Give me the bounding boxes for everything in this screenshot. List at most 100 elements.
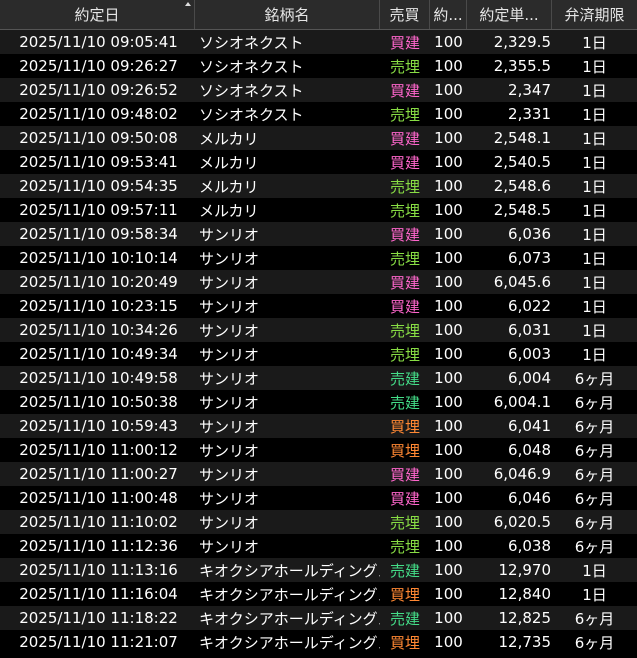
price-cell: 12,840	[498, 585, 552, 603]
trade-side-cell: 売埋	[389, 249, 420, 268]
table-row[interactable]: 2025/11/10 10:34:26 サンリオ 売埋 100 6,031 1日	[0, 318, 637, 342]
trade-date-cell: 2025/11/10 09:53:41	[19, 153, 178, 171]
table-row[interactable]: 2025/11/10 09:54:35 メルカリ 売埋 100 2,548.6 1日	[0, 174, 637, 198]
column-header-side[interactable]: 売買	[380, 0, 430, 29]
table-row[interactable]: 2025/11/10 09:50:08 メルカリ 買建 100 2,548.1 1日	[0, 126, 637, 150]
stock-name-cell: メルカリ	[199, 129, 259, 148]
stock-name-cell: サンリオ	[199, 273, 260, 292]
table-row[interactable]: 2025/11/10 10:49:34 サンリオ 売埋 100 6,003 1日	[0, 342, 637, 366]
table-row[interactable]: 2025/11/10 09:26:27 ソシオネクスト 売埋 100 2,355.5 1日	[0, 54, 637, 78]
quantity-cell: 100	[434, 441, 463, 459]
price-cell: 6,046.9	[493, 465, 551, 483]
table-row[interactable]: 2025/11/10 10:59:43 サンリオ 買埋 100 6,041 6ヶ月	[0, 414, 637, 438]
table-row[interactable]: 2025/11/10 10:20:49 サンリオ 買建 100 6,045.6 1日	[0, 270, 637, 294]
quantity-cell: 100	[434, 177, 463, 195]
table-row[interactable]: 2025/11/10 09:48:02 ソシオネクスト 売埋 100 2,331 1日	[0, 102, 637, 126]
settlement-term-cell: 6ヶ月	[574, 369, 615, 388]
trade-side-cell: 買埋	[389, 585, 420, 604]
table-row[interactable]: 2025/11/10 09:58:34 サンリオ 買建 100 6,036 1日	[0, 222, 637, 246]
table-row[interactable]: 2025/11/10 11:00:48 サンリオ 買建 100 6,046 6ヶ月	[0, 486, 637, 510]
trade-date-cell: 2025/11/10 09:57:11	[19, 201, 178, 219]
stock-name-cell: サンリオ	[199, 369, 260, 388]
trade-history-table: 約定日 銘柄名 売買 約... 約定単... 弁済期限 2025/11/10 0…	[0, 0, 637, 658]
trade-date-cell: 2025/11/10 10:50:38	[19, 393, 178, 411]
table-row[interactable]: 2025/11/10 09:26:52 ソシオネクスト 買建 100 2,347 1日	[0, 78, 637, 102]
column-header-name[interactable]: 銘柄名	[195, 0, 380, 29]
settlement-term-cell: 1日	[582, 585, 607, 604]
table-row[interactable]: 2025/11/10 11:00:27 サンリオ 買建 100 6,046.9 6ヶ月	[0, 462, 637, 486]
price-cell: 2,347	[508, 81, 551, 99]
column-header-term[interactable]: 弁済期限	[552, 0, 637, 29]
table-row[interactable]: 2025/11/10 10:50:38 サンリオ 売建 100 6,004.1 6ヶ月	[0, 390, 637, 414]
trade-date-cell: 2025/11/10 11:13:16	[19, 561, 178, 579]
stock-name-cell: サンリオ	[199, 225, 260, 244]
table-row[interactable]: 2025/11/10 11:18:22 キオクシアホールディングス 売建 100 12,…	[0, 606, 637, 630]
table-row[interactable]: 2025/11/10 11:10:02 サンリオ 売埋 100 6,020.5 6ヶ月	[0, 510, 637, 534]
trade-side-cell: 買建	[389, 225, 420, 244]
table-row[interactable]: 2025/11/10 11:16:04 キオクシアホールディングス 買埋 100 12,…	[0, 582, 637, 606]
price-cell: 2,548.6	[493, 177, 551, 195]
sort-ascending-icon	[185, 2, 191, 6]
settlement-term-cell: 1日	[582, 225, 607, 244]
column-header-qty[interactable]: 約...	[430, 0, 467, 29]
trade-side-cell: 買建	[389, 33, 420, 52]
stock-name-cell: サンリオ	[199, 321, 260, 340]
quantity-cell: 100	[434, 489, 463, 507]
trade-date-cell: 2025/11/10 11:00:27	[19, 465, 178, 483]
column-header-price-label: 約定単...	[479, 6, 539, 24]
trade-side-cell: 買建	[389, 297, 420, 316]
stock-name-cell: キオクシアホールディングス	[199, 561, 380, 580]
table-row[interactable]: 2025/11/10 10:23:15 サンリオ 買建 100 6,022 1日	[0, 294, 637, 318]
stock-name-cell: キオクシアホールディングス	[199, 585, 380, 604]
table-row[interactable]: 2025/11/10 11:13:16 キオクシアホールディングス 売建 100 12,…	[0, 558, 637, 582]
stock-name-cell: サンリオ	[199, 537, 260, 556]
settlement-term-cell: 6ヶ月	[574, 537, 615, 556]
settlement-term-cell: 6ヶ月	[574, 417, 615, 436]
quantity-cell: 100	[434, 57, 463, 75]
quantity-cell: 100	[434, 201, 463, 219]
column-header-date[interactable]: 約定日	[0, 0, 195, 29]
trade-date-cell: 2025/11/10 10:49:34	[19, 345, 178, 363]
trade-date-cell: 2025/11/10 10:20:49	[19, 273, 178, 291]
quantity-cell: 100	[434, 465, 463, 483]
column-header-date-label: 約定日	[74, 6, 120, 24]
price-cell: 12,825	[498, 609, 552, 627]
settlement-term-cell: 1日	[582, 81, 607, 100]
column-header-price[interactable]: 約定単...	[467, 0, 552, 29]
quantity-cell: 100	[434, 585, 463, 603]
settlement-term-cell: 6ヶ月	[574, 441, 615, 460]
quantity-cell: 100	[434, 561, 463, 579]
price-cell: 6,041	[508, 417, 551, 435]
table-body: 2025/11/10 09:05:41 ソシオネクスト 買建 100 2,329.5 1日…	[0, 30, 637, 654]
table-row[interactable]: 2025/11/10 10:49:58 サンリオ 売建 100 6,004 6ヶ月	[0, 366, 637, 390]
table-row[interactable]: 2025/11/10 09:57:11 メルカリ 売埋 100 2,548.5 1日	[0, 198, 637, 222]
trade-side-cell: 売埋	[389, 321, 420, 340]
settlement-term-cell: 1日	[582, 345, 607, 364]
trade-side-cell: 売埋	[389, 57, 420, 76]
table-row[interactable]: 2025/11/10 09:53:41 メルカリ 買建 100 2,540.5 1日	[0, 150, 637, 174]
settlement-term-cell: 1日	[582, 273, 607, 292]
quantity-cell: 100	[434, 633, 463, 651]
table-row[interactable]: 2025/11/10 11:12:36 サンリオ 売埋 100 6,038 6ヶ月	[0, 534, 637, 558]
quantity-cell: 100	[434, 345, 463, 363]
price-cell: 2,355.5	[493, 57, 551, 75]
stock-name-cell: サンリオ	[199, 489, 260, 508]
trade-side-cell: 売建	[389, 369, 420, 388]
quantity-cell: 100	[434, 609, 463, 627]
trade-side-cell: 買建	[389, 129, 420, 148]
table-row[interactable]: 2025/11/10 10:10:14 サンリオ 売埋 100 6,073 1日	[0, 246, 637, 270]
trade-side-cell: 買建	[389, 489, 420, 508]
table-row[interactable]: 2025/11/10 11:21:07 キオクシアホールディングス 買埋 100 12,…	[0, 630, 637, 654]
price-cell: 6,022	[508, 297, 551, 315]
price-cell: 2,329.5	[493, 33, 551, 51]
trade-date-cell: 2025/11/10 11:16:04	[19, 585, 178, 603]
settlement-term-cell: 1日	[582, 177, 607, 196]
table-row[interactable]: 2025/11/10 09:05:41 ソシオネクスト 買建 100 2,329.5 1日	[0, 30, 637, 54]
price-cell: 6,038	[508, 537, 551, 555]
stock-name-cell: サンリオ	[199, 513, 260, 532]
stock-name-cell: サンリオ	[199, 441, 260, 460]
trade-side-cell: 売建	[389, 609, 420, 628]
table-row[interactable]: 2025/11/10 11:00:12 サンリオ 買埋 100 6,048 6ヶ月	[0, 438, 637, 462]
price-cell: 2,548.1	[493, 129, 551, 147]
trade-side-cell: 売埋	[389, 537, 420, 556]
